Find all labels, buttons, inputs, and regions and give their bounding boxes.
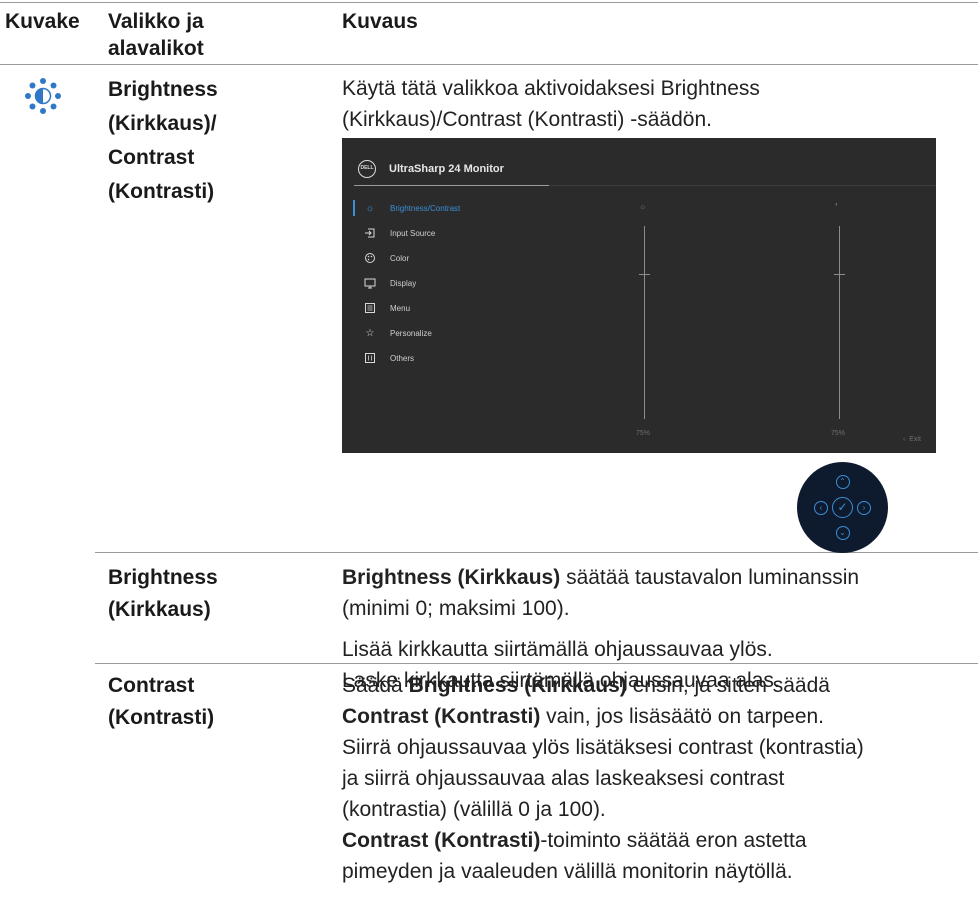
row3-menu-line1: Contrast bbox=[108, 674, 195, 697]
osd-menu-item-label: Color bbox=[390, 253, 410, 263]
osd-menu-item-label: Brightness/Contrast bbox=[390, 203, 461, 213]
sun-icon: ☼ bbox=[365, 202, 375, 214]
palette-icon bbox=[364, 252, 376, 264]
osd-menu-item-display[interactable]: Display bbox=[364, 275, 416, 291]
row2-menu-line2: (Kirkkaus) bbox=[108, 598, 211, 621]
osd-menu-item-label: Others bbox=[390, 353, 415, 363]
left-arrow-icon: ‹ bbox=[814, 500, 828, 515]
others-icon bbox=[364, 352, 376, 364]
osd-menu-item-color[interactable]: Color bbox=[364, 250, 409, 266]
row2-p1-line2: (minimi 0; maksimi 100). bbox=[342, 597, 570, 620]
input-icon bbox=[364, 227, 376, 239]
row1-desc-line2: (Kirkkaus)/Contrast (Kontrasti) -säädön. bbox=[342, 108, 712, 131]
row3-l6-bold: Contrast (Kontrasti) bbox=[342, 829, 541, 852]
header-description: Kuvaus bbox=[342, 10, 418, 33]
row3-l2-post: vain, jos lisäsäätö on tarpeen. bbox=[540, 705, 825, 728]
row3-line6: Contrast (Kontrasti)-toiminto säätää ero… bbox=[342, 825, 864, 856]
brightness-slider-icon: ☼ bbox=[639, 202, 647, 211]
osd-menu-item-personalize[interactable]: ☆ Personalize bbox=[364, 325, 432, 341]
row3-line1: Säädä Brightness (Kirkkaus) ensin, ja si… bbox=[342, 670, 864, 701]
row3-l6-post: -toiminto säätää eron astetta bbox=[540, 829, 807, 852]
row3-l1-bold: Brightness (Kirkkaus) bbox=[408, 674, 627, 697]
contrast-slider-icon: ◐ bbox=[835, 202, 839, 208]
osd-menu-item-brightness-contrast[interactable]: ☼ Brightness/Contrast bbox=[364, 200, 460, 216]
row3-line5: (kontrastia) (välillä 0 ja 100). bbox=[342, 798, 606, 821]
down-arrow-icon: ⌄ bbox=[835, 526, 850, 540]
osd-menu-item-label: Display bbox=[390, 278, 417, 288]
check-icon: ✓ bbox=[832, 497, 853, 518]
row3-menu-name: Contrast (Kontrasti) bbox=[108, 670, 214, 734]
header-menu-line1: Valikko ja bbox=[108, 10, 204, 33]
brightness-slider[interactable] bbox=[644, 226, 645, 419]
right-arrow-icon: › bbox=[857, 500, 871, 515]
osd-menu-item-label: Menu bbox=[390, 303, 411, 313]
header-menu: Valikko ja alavalikot bbox=[108, 8, 204, 62]
brightness-value: 75% bbox=[636, 430, 651, 437]
osd-menu-item-input-source[interactable]: Input Source bbox=[364, 225, 435, 241]
up-arrow-icon: ⌃ bbox=[835, 475, 850, 489]
osd-title-divider bbox=[354, 185, 549, 186]
row1-description: Käytä tätä valikkoa aktivoidaksesi Brigh… bbox=[342, 73, 760, 135]
row2-paragraph1: Brightness (Kirkkaus) säätää taustavalon… bbox=[342, 562, 859, 593]
row3-line3: Siirrä ohjaussauvaa ylös lisätäksesi con… bbox=[342, 736, 864, 759]
row3-menu-line2: (Kontrasti) bbox=[108, 706, 215, 729]
header-icon: Kuvake bbox=[5, 10, 80, 33]
osd-title: UltraSharp 24 Monitor bbox=[389, 163, 504, 175]
brightness-slider-thumb[interactable] bbox=[639, 274, 650, 276]
row1-menu-line3: Contrast bbox=[108, 146, 195, 169]
table-top-rule bbox=[0, 2, 978, 3]
contrast-value: 75% bbox=[831, 430, 846, 437]
row3-line2: Contrast (Kontrasti) vain, jos lisäsäätö… bbox=[342, 701, 864, 732]
chevron-left-icon: ‹ bbox=[903, 436, 906, 443]
row3-description: Säädä Brightness (Kirkkaus) ensin, ja si… bbox=[342, 670, 864, 887]
osd-menu-item-label: Personalize bbox=[390, 328, 432, 338]
contrast-slider-thumb[interactable] bbox=[834, 274, 845, 276]
osd-menu-item-others[interactable]: Others bbox=[364, 350, 414, 366]
dell-logo: DELL bbox=[358, 160, 376, 178]
row3-l1-pre: Säädä bbox=[342, 674, 409, 697]
row3-l2-bold: Contrast (Kontrasti) bbox=[342, 705, 541, 728]
osd-screenshot: DELL UltraSharp 24 Monitor ☼ Brightness/… bbox=[342, 138, 936, 453]
star-icon: ☆ bbox=[365, 327, 375, 339]
header-bottom-rule bbox=[0, 64, 978, 65]
contrast-slider[interactable] bbox=[839, 226, 840, 419]
row2-p2-line1: Lisää kirkkautta siirtämällä ohjaussauva… bbox=[342, 638, 773, 661]
row2-p1-bold: Brightness (Kirkkaus) bbox=[342, 566, 561, 589]
header-menu-line2: alavalikot bbox=[108, 37, 204, 60]
row1-menu-name: Brightness (Kirkkaus)/ Contrast (Kontras… bbox=[108, 73, 218, 209]
monitor-icon bbox=[364, 277, 376, 289]
row2-menu-line1: Brightness bbox=[108, 566, 218, 589]
row2-menu-name: Brightness (Kirkkaus) bbox=[108, 562, 218, 626]
brightness-icon bbox=[21, 74, 65, 118]
row2-p1-rest: säätää taustavalon luminanssin bbox=[560, 566, 860, 589]
exit-label: Exit bbox=[909, 436, 921, 443]
row1-menu-line2: (Kirkkaus)/ bbox=[108, 112, 217, 135]
osd-exit[interactable]: ‹ Exit bbox=[903, 436, 921, 443]
osd-selection-bar bbox=[353, 200, 355, 216]
menu-icon bbox=[364, 302, 376, 314]
row1-menu-line4: (Kontrasti) bbox=[108, 180, 215, 203]
osd-title-divider-right bbox=[549, 185, 936, 186]
osd-menu-item-menu[interactable]: Menu bbox=[364, 300, 410, 316]
row1-menu-line1: Brightness bbox=[108, 78, 218, 101]
row3-line4: ja siirrä ohjaussauvaa alas laskeaksesi … bbox=[342, 767, 785, 790]
osd-menu-item-label: Input Source bbox=[390, 228, 436, 238]
joystick-diagram: ⌃ ⌄ ‹ › ✓ bbox=[797, 462, 888, 553]
row3-line7: pimeyden ja vaaleuden välillä monitorin … bbox=[342, 860, 793, 883]
row3-l1-post: ensin, ja sitten säädä bbox=[626, 674, 830, 697]
row1-desc-line1: Käytä tätä valikkoa aktivoidaksesi Brigh… bbox=[342, 77, 760, 100]
